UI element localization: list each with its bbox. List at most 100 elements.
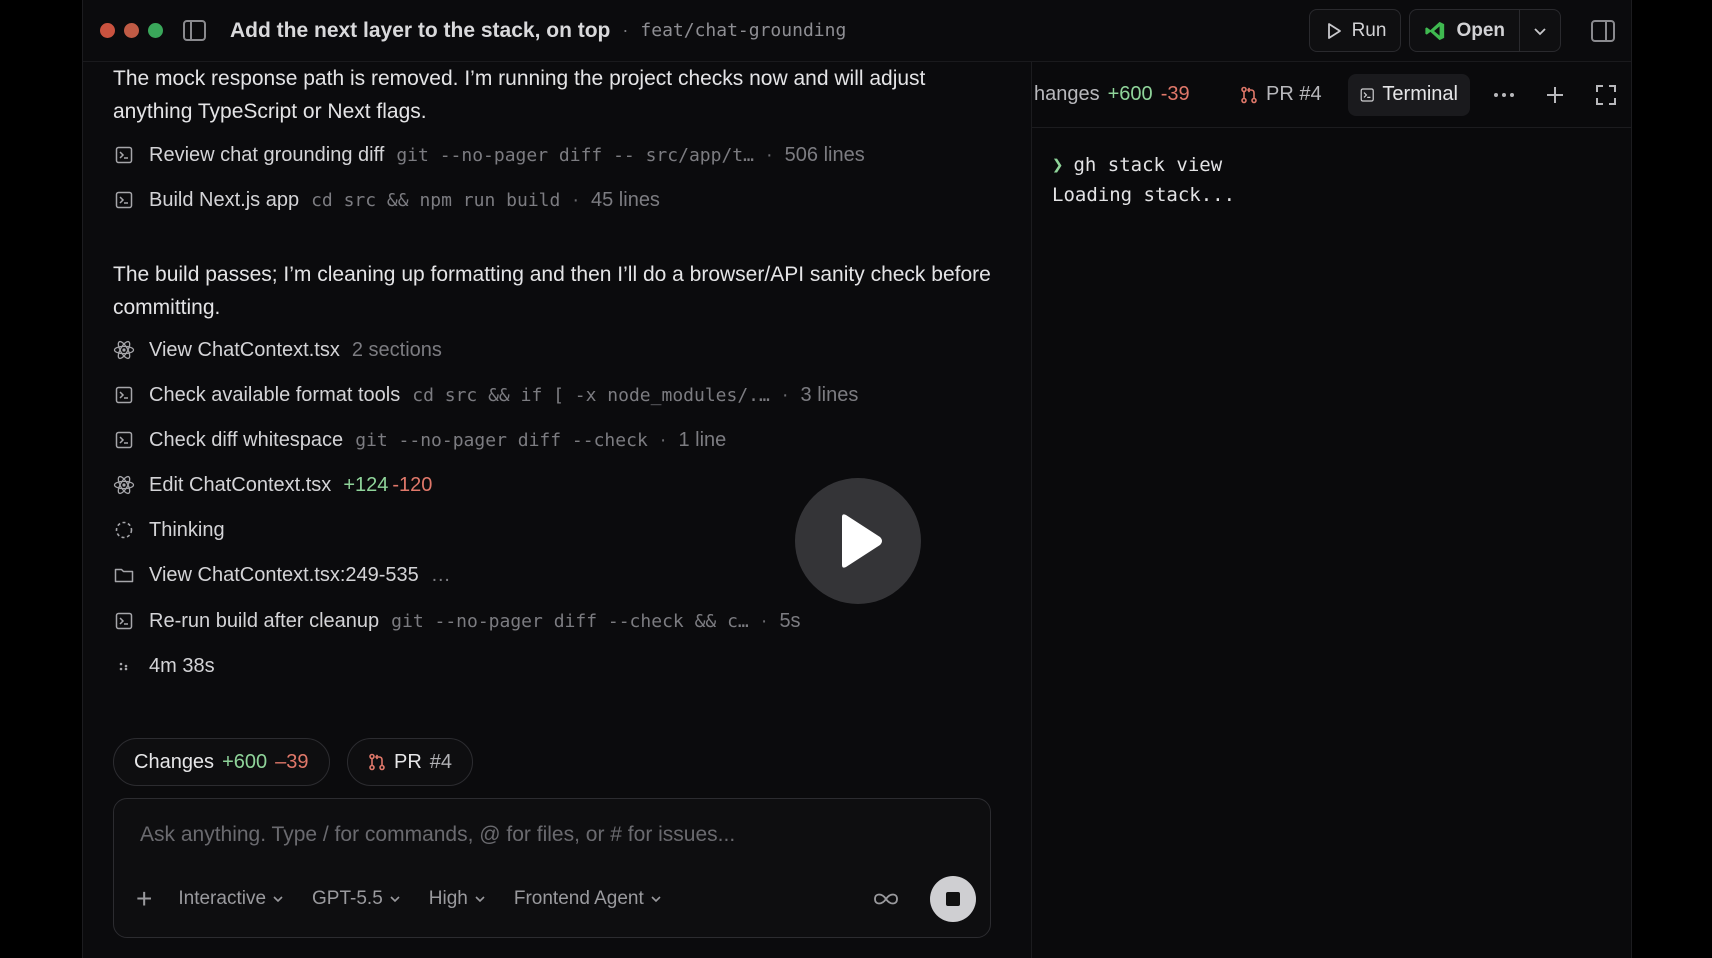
- new-tab-icon[interactable]: [1545, 85, 1565, 105]
- agent-value: Frontend Agent: [513, 888, 644, 909]
- changes-added: +600: [222, 750, 268, 773]
- step-meta: 3 lines: [800, 383, 859, 406]
- elapsed-time: 4m 38s: [113, 651, 215, 681]
- model-value: GPT-5.5: [312, 888, 383, 909]
- step-format-tools[interactable]: Check available format tools cd src && i…: [113, 380, 858, 410]
- pr-chip[interactable]: PR #4: [347, 738, 474, 786]
- composer-right-actions: [872, 876, 976, 922]
- terminal-line-command: ❯ gh stack view: [1052, 150, 1613, 180]
- tab-terminal-label: Terminal: [1382, 83, 1458, 105]
- step-label: Review chat grounding diff: [149, 143, 385, 166]
- terminal-icon: [113, 144, 135, 166]
- step-label: Check diff whitespace: [149, 428, 344, 451]
- step-check-whitespace[interactable]: Check diff whitespace git --no-pager dif…: [113, 425, 726, 455]
- dot-separator: ·: [572, 188, 579, 211]
- right-panel: hanges +600 -39 PR #4 Terminal ❯ gh stack…: [1031, 62, 1631, 958]
- effort-dropdown[interactable]: High: [429, 888, 486, 910]
- dot-separator: ·: [781, 383, 789, 406]
- folder-icon: [113, 564, 135, 586]
- sidebar-toggle-icon[interactable]: [183, 20, 206, 41]
- pull-request-icon: [369, 753, 385, 771]
- prompt-symbol: ❯: [1052, 154, 1064, 176]
- pull-request-icon: [1241, 86, 1257, 103]
- infinity-icon[interactable]: [872, 891, 900, 907]
- dot-separator: ·: [765, 143, 773, 166]
- step-view-context[interactable]: View ChatContext.tsx 2 sections: [113, 335, 442, 365]
- panel-actions: [1493, 84, 1617, 106]
- terminal-command: gh stack view: [1073, 154, 1223, 176]
- step-review-diff[interactable]: Review chat grounding diff git --no-page…: [113, 140, 865, 170]
- step-build-app[interactable]: Build Next.js app cd src && npm run buil…: [113, 185, 660, 215]
- terminal-icon: [1360, 87, 1374, 102]
- elapsed-label: 4m 38s: [149, 654, 215, 677]
- right-panel-toggle-icon[interactable]: [1591, 19, 1615, 42]
- terminal-icon: [113, 429, 135, 451]
- effort-value: High: [428, 888, 468, 909]
- stop-icon: [946, 892, 960, 906]
- changes-removed: –39: [275, 750, 309, 773]
- step-command: git --no-pager diff --check: [355, 429, 648, 451]
- more-options-icon[interactable]: [1493, 92, 1515, 98]
- open-in-editor-group: Open: [1409, 9, 1561, 52]
- chevron-down-icon: [1534, 27, 1546, 35]
- tab-terminal[interactable]: Terminal: [1348, 73, 1470, 116]
- assistant-message-1: The mock response path is removed. I’m r…: [113, 67, 926, 123]
- maximize-window-button[interactable]: [148, 23, 163, 38]
- open-button[interactable]: Open: [1410, 10, 1519, 51]
- changes-chip[interactable]: Changes +600 –39: [113, 738, 330, 786]
- tab-changes[interactable]: hanges +600 -39: [1034, 83, 1190, 106]
- tab-changes-removed: -39: [1160, 83, 1190, 105]
- step-label: Re-run build after cleanup: [149, 609, 380, 632]
- step-command: cd src && npm run build: [311, 189, 561, 211]
- terminal-icon: [113, 384, 135, 406]
- step-meta: 506 lines: [784, 143, 865, 166]
- step-label: Check available format tools: [149, 383, 401, 406]
- step-edit-context[interactable]: Edit ChatContext.tsx +124 -120: [113, 470, 432, 500]
- vscode-icon: [1425, 21, 1445, 40]
- add-attachment-button[interactable]: +: [136, 885, 152, 913]
- titlebar-actions: Run Open: [1308, 9, 1615, 52]
- step-meta: 2 sections: [351, 338, 442, 361]
- step-command: git --no-pager diff -- src/app/t…: [396, 144, 754, 166]
- window-controls: [100, 23, 163, 38]
- step-label: Build Next.js app: [149, 188, 300, 211]
- step-meta: 1 line: [678, 428, 727, 451]
- run-button[interactable]: Run: [1308, 9, 1402, 52]
- composer: + Interactive GPT-5.5 High Frontend Agen…: [113, 798, 991, 938]
- mode-dropdown[interactable]: Interactive: [178, 888, 284, 910]
- changes-label: Changes: [134, 750, 215, 773]
- dot-separator: ·: [760, 609, 768, 632]
- terminal-icon: [113, 189, 135, 211]
- react-icon: [113, 474, 135, 496]
- assistant-message-2: The build passes; I’m cleaning up format…: [113, 263, 991, 319]
- app-window: Add the next layer to the stack, on top …: [82, 0, 1632, 958]
- chevron-down-icon: [475, 896, 485, 903]
- video-play-button[interactable]: [795, 478, 921, 604]
- terminal-line-output: Loading stack...: [1052, 184, 1236, 206]
- terminal-output[interactable]: ❯ gh stack view Loading stack...: [1032, 128, 1631, 232]
- terminal-icon: [113, 610, 135, 632]
- lines-removed: -120: [392, 473, 433, 496]
- step-view-range[interactable]: View ChatContext.tsx:249-535 …: [113, 560, 451, 590]
- tab-pr[interactable]: PR #4: [1240, 83, 1322, 106]
- minimize-window-button[interactable]: [124, 23, 139, 38]
- tab-changes-label: hanges: [1034, 83, 1100, 105]
- mode-value: Interactive: [178, 888, 267, 909]
- title-bar: Add the next layer to the stack, on top …: [83, 0, 1631, 62]
- run-label: Run: [1351, 19, 1387, 41]
- play-icon: [1327, 22, 1341, 39]
- step-rerun-build[interactable]: Re-run build after cleanup git --no-page…: [113, 606, 801, 636]
- chevron-down-icon: [273, 896, 283, 903]
- step-label: Thinking: [149, 518, 225, 541]
- close-window-button[interactable]: [100, 23, 115, 38]
- open-options-dropdown[interactable]: [1519, 10, 1560, 51]
- model-dropdown[interactable]: GPT-5.5: [312, 888, 401, 910]
- step-meta: …: [430, 563, 451, 586]
- stop-generation-button[interactable]: [930, 876, 976, 922]
- fullscreen-icon[interactable]: [1595, 84, 1617, 106]
- chat-input[interactable]: [140, 815, 960, 855]
- agent-dropdown[interactable]: Frontend Agent: [514, 888, 662, 910]
- spinner-icon: [113, 519, 135, 541]
- chat-pane: The mock response path is removed. I’m r…: [83, 62, 1031, 958]
- open-label: Open: [1456, 19, 1505, 41]
